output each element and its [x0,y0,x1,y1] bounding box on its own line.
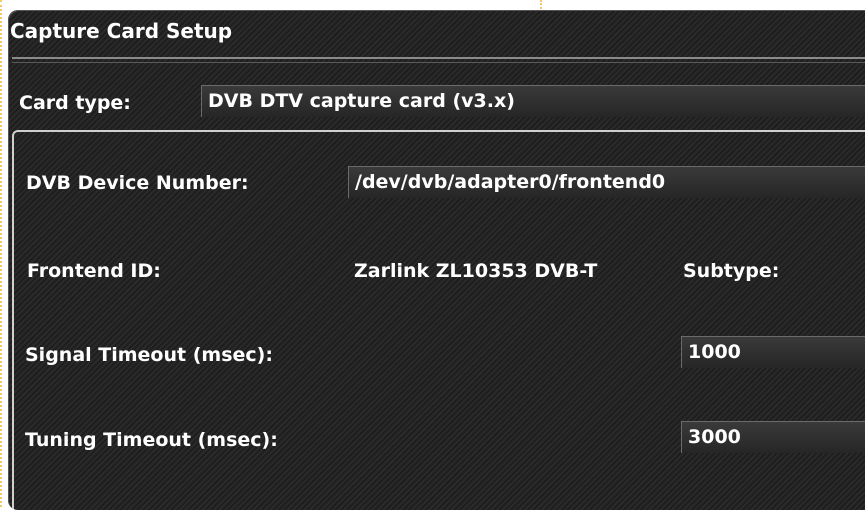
tuning-timeout-label: Tuning Timeout (msec): [25,429,278,451]
frontend-id-label: Frontend ID: [27,260,161,282]
signal-timeout-label: Signal Timeout (msec): [25,344,273,366]
tuning-timeout-input[interactable]: 3000 [681,421,865,453]
dvb-device-number-label: DVB Device Number: [26,172,249,194]
title-divider [12,57,865,59]
card-type-select[interactable]: DVB DTV capture card (v3.x) [201,85,865,117]
signal-timeout-input[interactable]: 1000 [681,336,865,368]
dvb-device-number-select[interactable]: /dev/dvb/adapter0/frontend0 [348,166,865,198]
window-title: Capture Card Setup [10,19,233,43]
card-type-label: Card type: [19,92,131,114]
title-divider-shadow [12,62,865,63]
capture-card-setup-window: Capture Card Setup Card type: DVB DTV ca… [8,10,865,510]
subtype-label: Subtype: [683,260,780,282]
frontend-id-value: Zarlink ZL10353 DVB-T [354,260,598,282]
